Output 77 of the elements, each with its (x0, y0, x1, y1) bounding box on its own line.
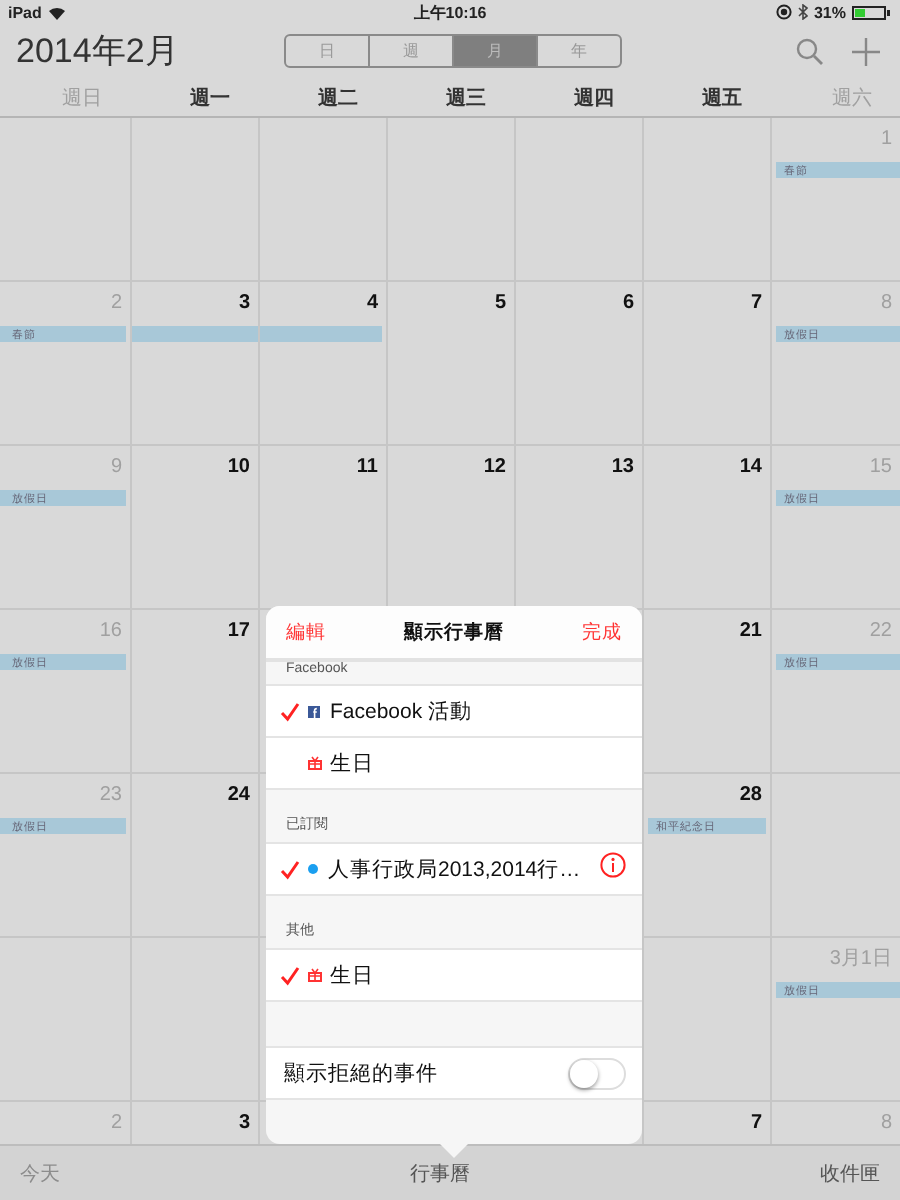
tab-item[interactable]: 收件匣 (820, 1159, 880, 1188)
date-number: 3 (238, 1112, 250, 1139)
clock-time: 上午10:16 (413, 1, 487, 24)
day-cell[interactable]: 2 (0, 1102, 130, 1145)
date-number: 3 (238, 292, 250, 319)
calendar-row[interactable]: 生日 (266, 950, 642, 1002)
search-icon (796, 37, 824, 66)
weekday-label: 週二 (318, 85, 358, 112)
edit-button[interactable]: 編輯 (286, 619, 326, 645)
date-number: 17 (227, 620, 250, 647)
date-number: 7 (750, 1112, 762, 1139)
calendar-name: 人事行政局2013,2014行… (328, 855, 581, 883)
date-number: 13 (611, 456, 634, 483)
day-cell[interactable]: 14 (642, 446, 770, 609)
calendar-name: Facebook 活動 (330, 697, 473, 725)
date-number: 4 (366, 292, 378, 319)
date-number: 9 (110, 456, 122, 483)
gift-icon (306, 968, 322, 982)
day-cell[interactable]: 24 (130, 774, 258, 937)
wifi-icon (47, 5, 66, 20)
date-number: 24 (227, 784, 250, 811)
date-number: 11 (356, 456, 378, 483)
date-number: 23 (99, 784, 122, 811)
date-number: 15 (869, 456, 892, 483)
date-number: 28 (739, 784, 762, 811)
date-number: 5 (494, 292, 506, 319)
weekday-label: 週日 (62, 85, 102, 112)
date-number: 1 (880, 128, 892, 155)
calendar-name: 生日 (330, 749, 374, 777)
tab-item[interactable]: 行事曆 (410, 1159, 470, 1188)
view-tab[interactable]: 日 (286, 36, 368, 67)
day-cell[interactable]: 7 (642, 282, 770, 445)
setting-label: 顯示拒絕的事件 (284, 1059, 438, 1087)
calendar-row[interactable]: Facebook 活動 (266, 686, 642, 738)
date-number: 16 (99, 620, 122, 647)
weekday-label: 週五 (702, 85, 742, 112)
event-bar[interactable] (132, 326, 258, 343)
popover-title: 顯示行事曆 (404, 619, 504, 645)
weekday-label: 週三 (446, 85, 486, 112)
done-button[interactable]: 完成 (582, 619, 622, 645)
bluetooth-icon (797, 4, 808, 21)
date-number: 21 (739, 620, 762, 647)
day-cell[interactable]: 6 (514, 282, 642, 445)
facebook-icon (306, 705, 322, 717)
day-cell[interactable]: 10 (130, 446, 258, 609)
device-name: iPad (8, 3, 42, 22)
rotation-lock-icon (775, 4, 792, 21)
weekday-label: 週六 (832, 85, 872, 112)
date-number: 8 (880, 1112, 892, 1139)
plus-icon (852, 37, 880, 66)
view-tab[interactable]: 年 (536, 36, 620, 67)
day-cell[interactable]: 5 (386, 282, 514, 445)
battery-percent: 31% (813, 3, 846, 22)
date-number: 6 (622, 292, 634, 319)
gift-icon (306, 756, 322, 770)
calendar-row[interactable]: 人事行政局2013,2014行… (266, 844, 642, 896)
date-number: 2 (110, 292, 122, 319)
toggle-switch[interactable] (568, 1057, 626, 1089)
battery-icon (852, 5, 892, 20)
date-number: 8 (880, 292, 892, 319)
weekday-label: 週四 (574, 85, 614, 112)
calendar-row[interactable]: 生日 (266, 738, 642, 790)
date-number: 10 (227, 456, 250, 483)
date-number: 7 (750, 292, 762, 319)
day-cell[interactable]: 17 (130, 610, 258, 773)
date-number: 2 (110, 1112, 122, 1139)
view-tab[interactable]: 月 (452, 36, 536, 67)
date-number: 12 (483, 456, 506, 483)
date-number: 3月1日 (829, 948, 892, 975)
weekday-label: 週一 (190, 85, 230, 112)
month-title: 2014年2月 (16, 30, 181, 75)
date-number: 14 (739, 456, 762, 483)
calendar-name: 生日 (330, 961, 374, 989)
day-cell[interactable]: 4 (258, 282, 386, 445)
date-number: 22 (869, 620, 892, 647)
event-bar[interactable] (260, 326, 382, 343)
day-cell[interactable]: 3 (130, 282, 258, 445)
